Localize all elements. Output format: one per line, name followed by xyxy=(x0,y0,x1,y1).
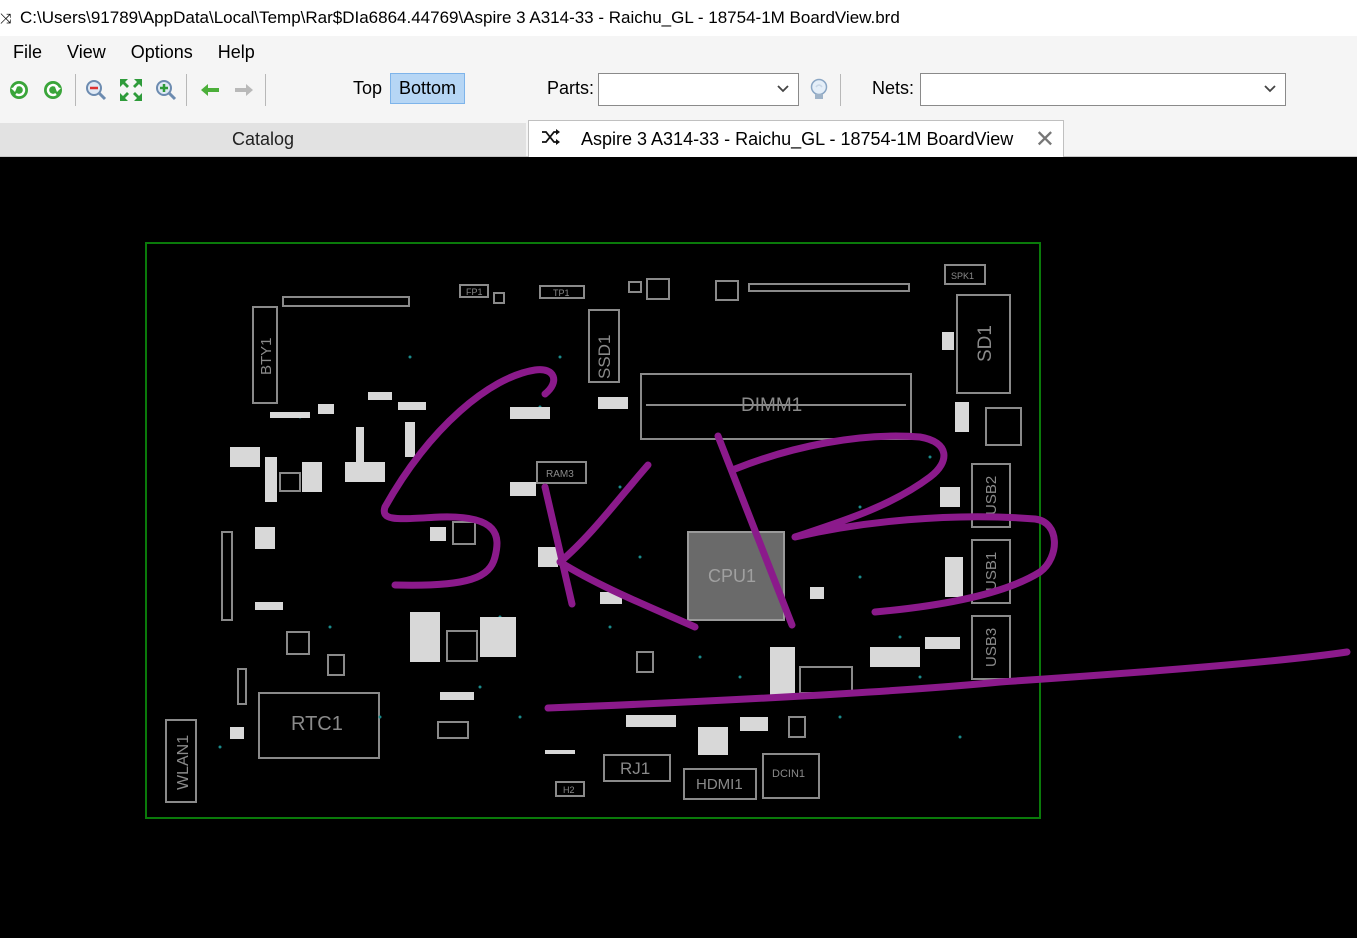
dimm1-label: DIMM1 xyxy=(741,395,802,416)
document-tab-bar: Catalog Aspire 3 A314-33 - Raichu_GL - 1… xyxy=(0,110,1357,157)
annotation-underline xyxy=(544,648,1351,712)
usb1-label: USB1 xyxy=(983,552,1000,591)
component xyxy=(452,521,476,545)
rotate-right-icon[interactable] xyxy=(39,76,67,104)
nets-label: Nets: xyxy=(872,78,915,98)
toolbar: Top Bottom Parts: Nets: xyxy=(0,68,1357,110)
component xyxy=(437,721,469,739)
toolbar-separator xyxy=(75,74,76,106)
shuffle-icon: ⤨ xyxy=(0,9,12,26)
parts-label: Parts: xyxy=(547,78,595,98)
close-icon[interactable]: ✕ xyxy=(1035,125,1055,154)
component xyxy=(327,654,345,676)
window-title: C:\Users\91789\AppData\Local\Temp\Rar$DI… xyxy=(20,8,900,27)
component xyxy=(799,666,853,694)
dcin1-label: DCIN1 xyxy=(772,768,805,780)
shuffle-icon xyxy=(541,128,563,150)
board-drawing: FP1 TP1 BTY1 SSD1 DIMM1 SPK1 SD1 USB2 US… xyxy=(145,242,1351,819)
annotation-strokes xyxy=(380,366,1351,712)
cpu1-label: CPU1 xyxy=(708,566,756,586)
component xyxy=(715,280,739,301)
ssd1-label: SSD1 xyxy=(595,335,614,379)
rj1-label: RJ1 xyxy=(620,759,650,778)
sd1-label: SD1 xyxy=(975,325,996,362)
board-canvas[interactable]: FP1 TP1 BTY1 SSD1 DIMM1 SPK1 SD1 USB2 US… xyxy=(0,157,1357,938)
tab-boardview-label: Aspire 3 A314-33 - Raichu_GL - 18754-1M … xyxy=(581,128,1014,149)
tp1-label: TP1 xyxy=(553,288,570,298)
component xyxy=(286,631,310,655)
tab-catalog[interactable]: Catalog xyxy=(0,123,526,156)
hdmi1-label: HDMI1 xyxy=(696,776,743,793)
bottom-side-button[interactable]: Bottom xyxy=(390,73,466,104)
component xyxy=(636,651,654,673)
annotation-k-stem xyxy=(541,483,576,608)
connector xyxy=(221,531,233,621)
tab-boardview[interactable]: Aspire 3 A314-33 - Raichu_GL - 18754-1M … xyxy=(528,120,1064,157)
bty1-label: BTY1 xyxy=(258,337,275,375)
component xyxy=(493,292,505,304)
annotation-s xyxy=(380,366,558,589)
forward-arrow-icon[interactable] xyxy=(230,76,258,104)
component xyxy=(985,407,1022,446)
component xyxy=(646,278,670,300)
menu-file[interactable]: File xyxy=(0,42,54,63)
spk1-label: SPK1 xyxy=(951,271,974,281)
zoom-out-icon[interactable] xyxy=(152,76,180,104)
rtc1-label: RTC1 xyxy=(291,713,343,735)
lightbulb-icon[interactable] xyxy=(805,76,833,104)
chevron-down-icon xyxy=(776,80,790,100)
connector xyxy=(237,668,247,705)
kb-connector xyxy=(282,296,410,307)
component xyxy=(279,472,301,492)
nets-combobox[interactable] xyxy=(920,73,1286,106)
menu-bar: File View Options Help xyxy=(0,36,1357,68)
usb2-label: USB2 xyxy=(983,476,1000,515)
component xyxy=(788,716,806,738)
toolbar-separator xyxy=(265,74,266,106)
fit-icon[interactable] xyxy=(117,76,145,104)
toolbar-separator xyxy=(186,74,187,106)
back-arrow-icon[interactable] xyxy=(196,76,224,104)
annotation-k-arms xyxy=(556,461,699,631)
rotate-left-icon[interactable] xyxy=(5,76,33,104)
test-points xyxy=(218,355,962,749)
menu-help[interactable]: Help xyxy=(205,42,267,63)
wlan1-label: WLAN1 xyxy=(175,735,192,790)
h2-label: H2 xyxy=(563,785,575,795)
menu-options[interactable]: Options xyxy=(118,42,205,63)
chevron-down-icon xyxy=(1263,80,1277,100)
component xyxy=(446,630,478,662)
component xyxy=(628,281,642,293)
title-bar: ⤨ C:\Users\91789\AppData\Local\Temp\Rar$… xyxy=(0,0,1357,36)
edp-connector xyxy=(748,283,910,292)
usb3-label: USB3 xyxy=(983,628,1000,667)
fp1-label: FP1 xyxy=(466,287,483,297)
parts-combobox[interactable] xyxy=(598,73,799,106)
ram3-label: RAM3 xyxy=(546,469,574,480)
zoom-in-icon[interactable] xyxy=(82,76,110,104)
toolbar-separator xyxy=(840,74,841,106)
top-side-button[interactable]: Top xyxy=(345,73,390,104)
menu-view[interactable]: View xyxy=(54,42,118,63)
